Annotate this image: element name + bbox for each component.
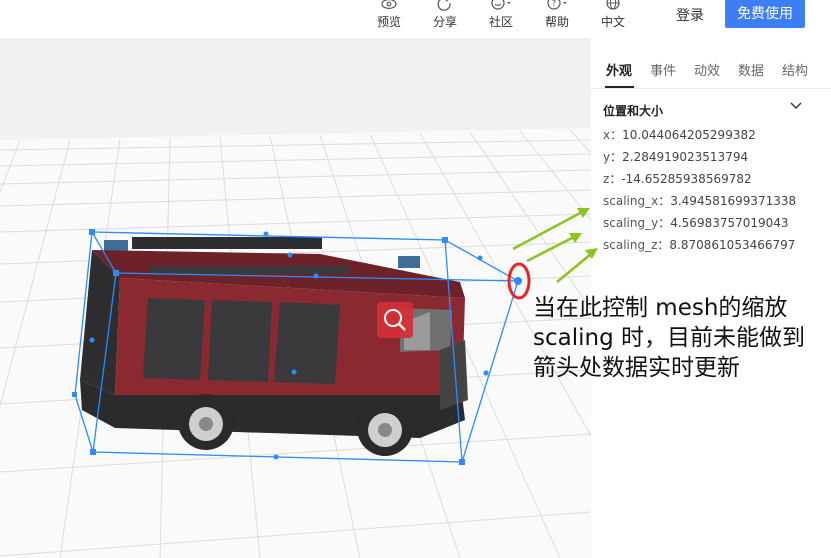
highlight-circle [507,262,531,300]
annotation-line: 箭头处数据实时更新 [533,355,740,381]
annotation-overlay [507,208,598,300]
annotation-line: 当在此控制 mesh的缩放 [533,295,788,321]
annotation-line: scaling 时，目前未能做到 [533,325,805,351]
annotation-text: 当在此控制 mesh的缩放 scaling 时，目前未能做到 箭头处数据实时更新 [533,293,829,383]
